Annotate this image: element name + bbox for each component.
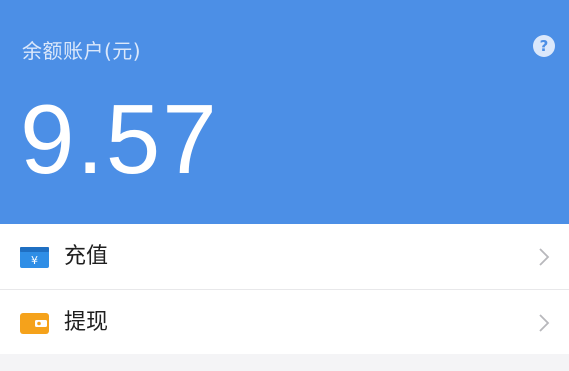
balance-amount: 9.57 (20, 84, 219, 194)
chevron-right-icon (539, 314, 550, 332)
recharge-row[interactable]: ¥ 充值 (0, 224, 569, 289)
recharge-label: 充值 (64, 244, 109, 269)
withdraw-label: 提现 (64, 310, 109, 335)
svg-text:¥: ¥ (31, 254, 38, 267)
help-icon[interactable]: ? (533, 35, 555, 57)
menu-list: ¥ 充值 提现 (0, 224, 569, 354)
withdraw-row[interactable]: 提现 (0, 289, 569, 354)
balance-account-label: 余额账户(元) (22, 39, 142, 63)
balance-panel: 余额账户(元) ? 9.57 (0, 0, 569, 224)
withdraw-icon (20, 313, 49, 334)
recharge-icon: ¥ (20, 247, 49, 268)
chevron-right-icon (539, 248, 550, 266)
